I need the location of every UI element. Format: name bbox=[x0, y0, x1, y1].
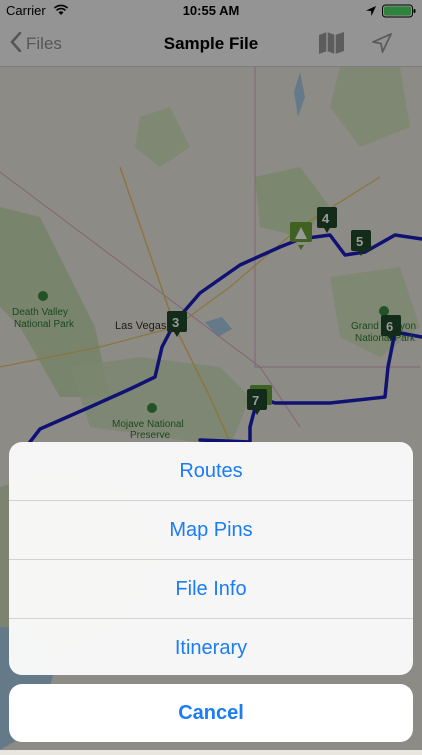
action-itinerary[interactable]: Itinerary bbox=[9, 619, 413, 675]
action-file-info[interactable]: File Info bbox=[9, 560, 413, 619]
action-map-pins[interactable]: Map Pins bbox=[9, 501, 413, 560]
action-sheet: Routes Map Pins File Info Itinerary bbox=[9, 442, 413, 675]
cancel-button[interactable]: Cancel bbox=[9, 684, 413, 742]
action-routes[interactable]: Routes bbox=[9, 442, 413, 501]
